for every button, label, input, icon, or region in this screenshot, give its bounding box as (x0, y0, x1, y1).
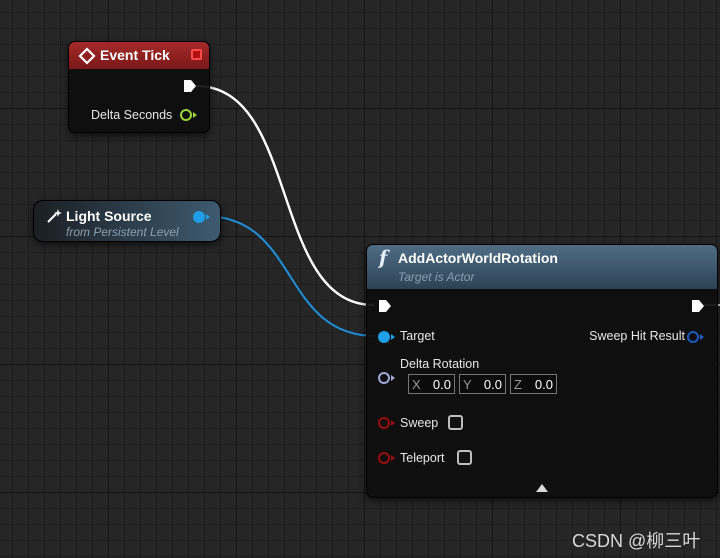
rotation-y-field[interactable]: Y 0.0 (459, 374, 506, 394)
function-icon: f (379, 247, 388, 269)
target-label: Target (400, 329, 435, 343)
exec-out-pin[interactable] (690, 298, 706, 314)
exec-out-pin[interactable] (182, 78, 198, 94)
add-actor-world-rotation-node[interactable]: f AddActorWorldRotation Target is Actor … (366, 244, 718, 498)
rotation-x-axis-label: X (412, 377, 421, 392)
rotation-x-field[interactable]: X 0.0 (408, 374, 455, 394)
rotation-y-value: 0.0 (483, 377, 502, 392)
rotation-z-value: 0.0 (534, 377, 553, 392)
sweep-hit-result-pin[interactable] (687, 331, 699, 343)
rotation-z-axis-label: Z (514, 377, 522, 392)
sweep-checkbox[interactable] (448, 415, 463, 430)
function-subtitle: Target is Actor (398, 270, 475, 284)
light-source-icon (47, 209, 62, 223)
rotation-y-axis-label: Y (463, 377, 472, 392)
light-source-subtitle: from Persistent Level (66, 225, 179, 239)
collapse-arrow-icon[interactable] (536, 484, 548, 492)
rotation-z-field[interactable]: Z 0.0 (510, 374, 557, 394)
delta-rotation-label: Delta Rotation (400, 357, 480, 371)
light-source-node[interactable]: Light Source from Persistent Level (33, 200, 221, 242)
watermark: CSDN @柳三叶 (572, 531, 701, 551)
delta-rotation-pin[interactable] (378, 372, 390, 384)
delta-seconds-label: Delta Seconds (91, 108, 173, 122)
event-tick-node[interactable]: Event Tick Delta Seconds (68, 41, 210, 133)
light-source-title: Light Source (66, 208, 152, 224)
sweep-hit-result-pin-arrow (700, 334, 704, 340)
sweep-hit-result-label: Sweep Hit Result (589, 329, 685, 343)
target-object-wire[interactable] (203, 215, 377, 337)
teleport-pin-arrow (391, 455, 395, 461)
target-pin[interactable] (378, 331, 390, 343)
event-diamond-icon (78, 47, 96, 65)
target-pin-arrow (391, 334, 395, 340)
stop-icon[interactable] (191, 49, 202, 60)
delta-rotation-pin-arrow (391, 375, 395, 381)
light-source-output-pin[interactable] (193, 211, 205, 223)
delta-seconds-pin-arrow (193, 112, 197, 118)
sweep-pin-arrow (391, 420, 395, 426)
rotation-x-value: 0.0 (432, 377, 451, 392)
exec-in-pin[interactable] (377, 298, 393, 314)
sweep-label: Sweep (400, 416, 439, 430)
delta-seconds-pin[interactable] (180, 109, 192, 121)
teleport-pin[interactable] (378, 452, 390, 464)
teleport-checkbox[interactable] (457, 450, 472, 465)
function-title: AddActorWorldRotation (398, 250, 558, 266)
sweep-pin[interactable] (378, 417, 390, 429)
light-source-pin-arrow (206, 214, 210, 220)
exec-wire[interactable] (195, 84, 375, 307)
teleport-label: Teleport (400, 451, 445, 465)
event-tick-title: Event Tick (100, 47, 170, 63)
